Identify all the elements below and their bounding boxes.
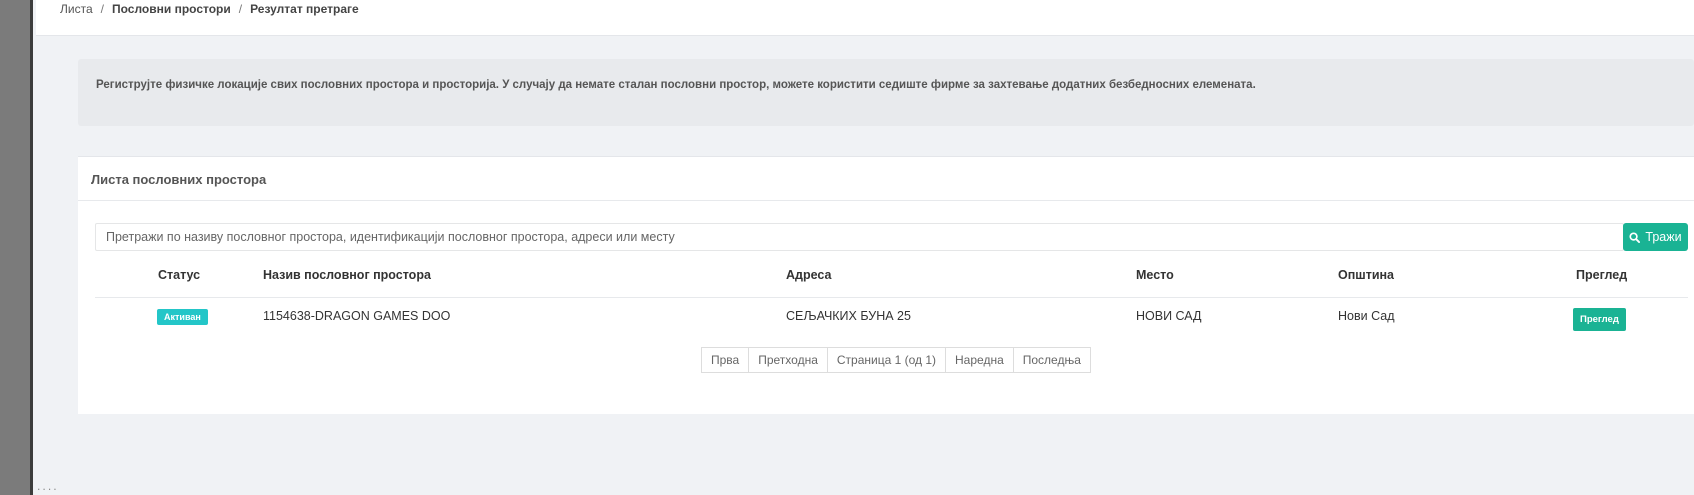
column-header-address[interactable]: Адреса — [786, 268, 831, 282]
info-alert: Региструјте физичке локације свих послов… — [78, 59, 1694, 126]
pagination-last-button[interactable]: Последња — [1012, 347, 1091, 373]
column-header-status[interactable]: Статус — [158, 268, 200, 282]
cell-place: НОВИ САД — [1136, 309, 1202, 323]
business-premises-panel: Листа пословних простора Тражи Статус На… — [78, 156, 1694, 414]
pagination-current-page: Страница 1 (од 1) — [826, 347, 947, 373]
breadcrumb-separator: / — [238, 2, 243, 16]
breadcrumb-item-business-premises[interactable]: Пословни простори — [112, 2, 231, 16]
pagination-first-button[interactable]: Прва — [701, 347, 750, 373]
breadcrumb-item-search-result: Резултат претраге — [250, 2, 359, 16]
search-input[interactable] — [95, 223, 1624, 251]
column-header-municipality[interactable]: Општина — [1338, 268, 1394, 282]
pagination-next-button[interactable]: Наредна — [945, 347, 1014, 373]
pagination: Прва Претходна Страница 1 (од 1) Наредна… — [701, 347, 1091, 373]
panel-header: Листа пословних простора — [78, 157, 1694, 201]
left-gutter — [0, 0, 33, 495]
info-message: Региструјте физичке локације свих послов… — [96, 79, 1256, 91]
table-row: Активан 1154638-DRAGON GAMES DOO СЕЉАЧКИ… — [95, 298, 1688, 336]
view-button[interactable]: Преглед — [1573, 308, 1626, 331]
table-header-row: Статус Назив пословног простора Адреса М… — [95, 257, 1688, 298]
status-badge: Активан — [157, 309, 208, 325]
breadcrumb-item-list[interactable]: Листа — [60, 2, 93, 16]
cell-name: 1154638-DRAGON GAMES DOO — [263, 309, 451, 323]
search-icon — [1629, 231, 1641, 243]
panel-title: Листа пословних простора — [91, 172, 267, 187]
search-button-label: Тражи — [1645, 230, 1682, 244]
breadcrumb-separator: / — [100, 2, 104, 16]
cell-municipality: Нови Сад — [1338, 309, 1395, 323]
resize-handle[interactable]: .... — [36, 483, 58, 493]
search-row: Тражи — [95, 223, 1694, 253]
column-header-place[interactable]: Место — [1136, 268, 1174, 282]
cell-address: СЕЉАЧКИХ БУНА 25 — [786, 309, 911, 323]
column-header-name[interactable]: Назив пословног простора — [263, 268, 431, 282]
pagination-previous-button[interactable]: Претходна — [748, 347, 828, 373]
column-header-view: Преглед — [1576, 268, 1628, 282]
breadcrumb: Листа / Пословни простори / Резултат пре… — [60, 2, 359, 16]
premises-table: Статус Назив пословног простора Адреса М… — [95, 257, 1688, 336]
search-button[interactable]: Тражи — [1623, 223, 1688, 251]
top-bar: Листа / Пословни простори / Резултат пре… — [36, 0, 1694, 36]
